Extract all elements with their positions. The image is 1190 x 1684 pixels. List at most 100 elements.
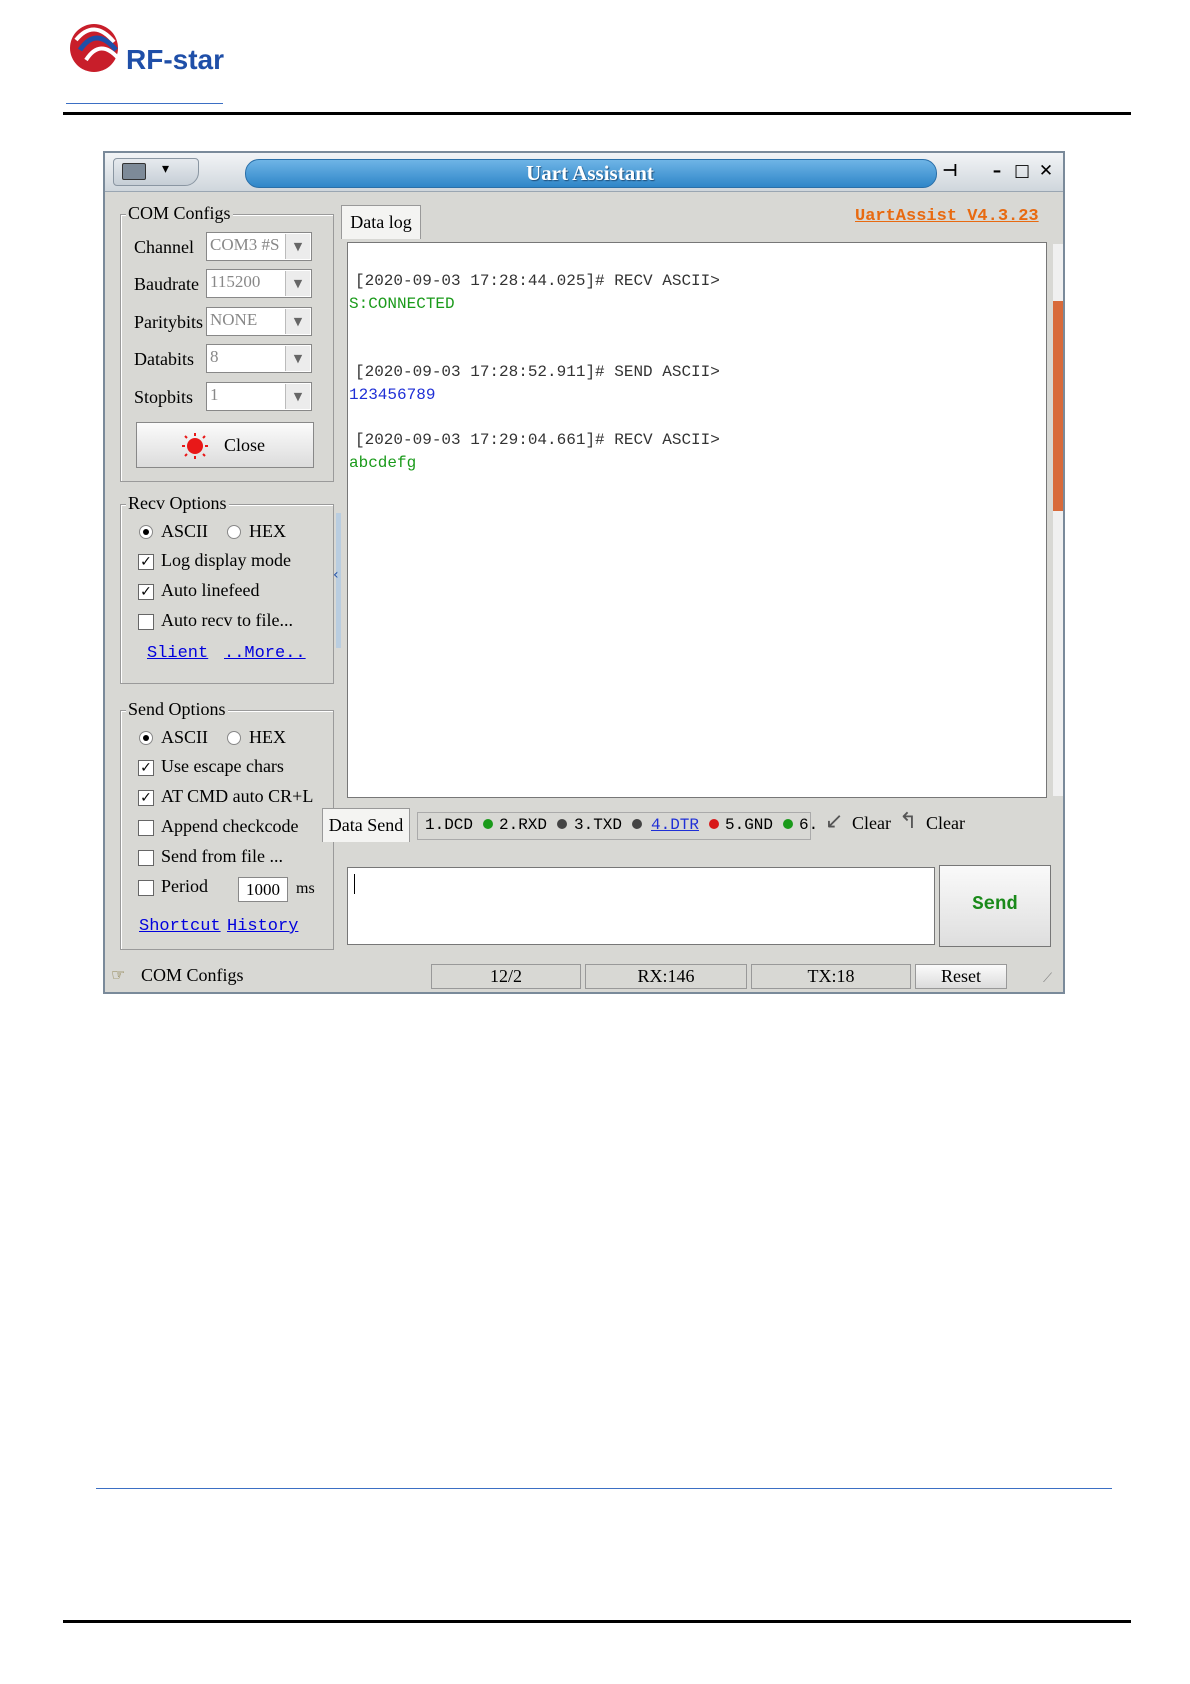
- channel-value: COM3 #S: [210, 235, 280, 254]
- auto-recv-label: Auto recv to file...: [161, 610, 293, 630]
- escape-chars-checkbox[interactable]: ✓: [138, 760, 154, 776]
- send-hex-radio[interactable]: [227, 731, 241, 745]
- databits-select[interactable]: 8 ▼: [206, 344, 312, 373]
- collapse-panel-icon[interactable]: ‹: [333, 567, 339, 583]
- reset-button[interactable]: Reset: [915, 964, 1007, 989]
- dcd-led-icon: [482, 819, 493, 829]
- rxd-led-icon: [556, 819, 567, 829]
- auto-recv-checkbox[interactable]: [138, 614, 154, 630]
- more-link[interactable]: ..More..: [224, 644, 306, 663]
- rxd-signal[interactable]: 2.RXD: [499, 816, 567, 834]
- txd-led-icon: [631, 819, 642, 829]
- gnd-signal[interactable]: 5.GND: [725, 816, 793, 834]
- dcd-signal[interactable]: 1.DCD: [425, 816, 493, 834]
- window-title: Uart Assistant: [526, 161, 654, 185]
- log-header: [2020-09-03 17:28:52.911]# SEND ASCII>: [355, 363, 720, 381]
- stopbits-select[interactable]: 1 ▼: [206, 382, 312, 411]
- tab-data-send[interactable]: Data Send: [322, 808, 410, 842]
- paritybits-select[interactable]: NONE ▼: [206, 307, 312, 336]
- clear-send-button[interactable]: Clear: [852, 813, 891, 834]
- period-input[interactable]: 1000: [238, 877, 288, 902]
- auto-linefeed-checkbox[interactable]: ✓: [138, 584, 154, 600]
- databits-label: Databits: [134, 349, 194, 369]
- signal-6[interactable]: 6.: [799, 816, 818, 834]
- send-hex-label: HEX: [249, 727, 286, 747]
- slient-link[interactable]: Slient: [147, 644, 208, 663]
- period-checkbox[interactable]: [138, 880, 154, 896]
- close-port-button[interactable]: Close: [136, 422, 314, 468]
- logo-underline: [66, 103, 223, 104]
- stopbits-label: Stopbits: [134, 387, 194, 407]
- chevron-down-icon[interactable]: ▼: [285, 384, 310, 409]
- close-window-button[interactable]: ✕: [1034, 159, 1058, 183]
- log-body: abcdefg: [349, 454, 417, 472]
- send-from-file-checkbox[interactable]: [138, 850, 154, 866]
- data-log-panel[interactable]: [2020-09-03 17:28:44.025]# RECV ASCII> S…: [347, 242, 1047, 798]
- clear-send-icon[interactable]: ↙: [825, 809, 843, 834]
- log-header: [2020-09-03 17:29:04.661]# RECV ASCII>: [355, 431, 720, 449]
- recv-hex-radio[interactable]: [227, 525, 241, 539]
- recv-options-legend: Recv Options: [126, 493, 229, 514]
- log-body: 123456789: [349, 386, 436, 404]
- pin-icon[interactable]: ⊣: [938, 159, 962, 183]
- baudrate-value: 115200: [210, 272, 261, 291]
- log-display-label: Log display mode: [161, 550, 291, 570]
- paritybits-value: NONE: [210, 310, 258, 329]
- dcd-label: 1.DCD: [425, 816, 474, 834]
- port-open-led-icon: [182, 433, 208, 459]
- close-port-label: Close: [224, 435, 266, 455]
- txd-signal[interactable]: 3.TXD: [574, 816, 642, 834]
- send-from-file-label: Send from file ...: [161, 846, 283, 866]
- logo-text: RF-star: [126, 44, 224, 75]
- tab-data-log[interactable]: Data log: [341, 205, 421, 239]
- status-count: 12/2: [431, 964, 581, 989]
- send-button-label: Send: [972, 893, 1018, 915]
- chevron-down-icon: ▾: [162, 162, 170, 177]
- chevron-down-icon[interactable]: ▼: [285, 346, 310, 371]
- channel-select[interactable]: COM3 #S ▼: [206, 232, 312, 261]
- dtr-led-icon: [708, 819, 719, 829]
- clear-log-button[interactable]: Clear: [926, 813, 965, 834]
- minimize-button[interactable]: –: [985, 159, 1009, 183]
- chevron-down-icon[interactable]: ▼: [285, 309, 310, 334]
- recv-ascii-radio[interactable]: [139, 525, 153, 539]
- send-ascii-label: ASCII: [161, 727, 209, 747]
- send-options-legend: Send Options: [126, 699, 228, 720]
- databits-value: 8: [210, 347, 219, 366]
- dtr-label: 4.DTR: [651, 816, 700, 834]
- auto-linefeed-label: Auto linefeed: [161, 580, 260, 600]
- com-configs-legend: COM Configs: [126, 203, 233, 224]
- log-scroll-thumb[interactable]: [1053, 301, 1063, 511]
- gnd-label: 5.GND: [725, 816, 774, 834]
- log-display-checkbox[interactable]: ✓: [138, 554, 154, 570]
- paritybits-label: Paritybits: [134, 312, 204, 332]
- footer-rule: [96, 1488, 1112, 1489]
- append-checkcode-label: Append checkcode: [161, 816, 299, 836]
- resize-grip-icon[interactable]: ⟋: [1043, 971, 1052, 986]
- status-com-configs: COM Configs: [141, 965, 244, 985]
- chevron-down-icon[interactable]: ▼: [285, 271, 310, 296]
- status-config-icon: ☞: [111, 965, 126, 984]
- maximize-button[interactable]: □: [1010, 159, 1034, 183]
- send-input[interactable]: [347, 867, 935, 945]
- log-header: [2020-09-03 17:28:44.025]# RECV ASCII>: [355, 272, 720, 290]
- baudrate-select[interactable]: 115200 ▼: [206, 269, 312, 298]
- clear-log-icon[interactable]: ↰: [899, 809, 917, 834]
- at-cmd-checkbox[interactable]: ✓: [138, 790, 154, 806]
- status-tx: TX:18: [751, 964, 911, 989]
- append-checkcode-checkbox[interactable]: [138, 820, 154, 836]
- system-menu-button[interactable]: ▾: [113, 158, 199, 186]
- rxd-label: 2.RXD: [499, 816, 548, 834]
- recv-ascii-label: ASCII: [161, 521, 209, 541]
- version-link[interactable]: UartAssist V4.3.23: [855, 207, 1039, 226]
- channel-label: Channel: [134, 237, 194, 257]
- gnd-led-icon: [782, 819, 793, 829]
- shortcut-link[interactable]: Shortcut: [139, 917, 221, 936]
- escape-chars-label: Use escape chars: [161, 756, 284, 776]
- send-ascii-radio[interactable]: [139, 731, 153, 745]
- dtr-signal[interactable]: 4.DTR: [651, 816, 719, 834]
- status-rx: RX:146: [585, 964, 747, 989]
- txd-label: 3.TXD: [574, 816, 623, 834]
- history-link[interactable]: History: [227, 917, 298, 936]
- chevron-down-icon[interactable]: ▼: [285, 234, 310, 259]
